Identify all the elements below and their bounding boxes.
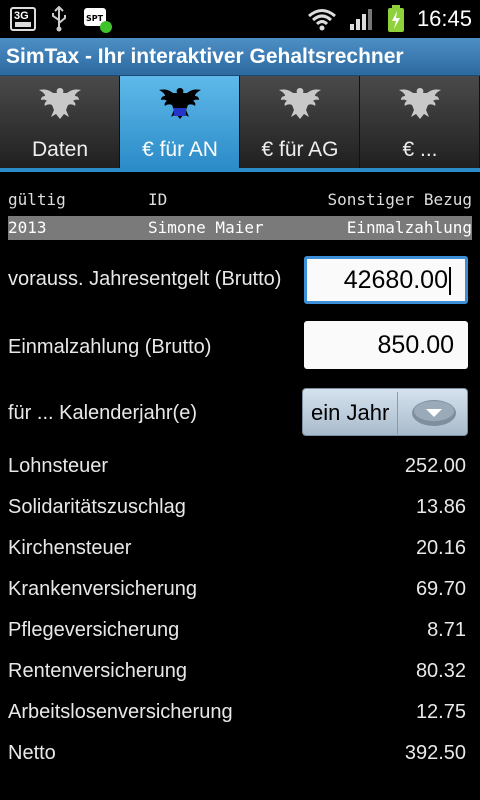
result-value: 20.16	[415, 537, 466, 559]
app-notification-icon: SPT	[84, 8, 112, 33]
tab-indicator	[0, 168, 480, 172]
text-cursor	[449, 267, 451, 296]
one-time-payment-input[interactable]: 850.00	[304, 321, 468, 369]
eagle-icon	[399, 88, 441, 119]
result-value: 12.75	[415, 701, 466, 723]
result-label: Krankenversicherung	[8, 578, 197, 600]
battery-charging-icon	[387, 5, 404, 32]
usb-icon	[52, 6, 66, 32]
annual-income-label: vorauss. Jahresentgelt (Brutto)	[8, 268, 282, 290]
result-value: 252.00	[404, 455, 466, 477]
clock: 16:45	[416, 6, 472, 31]
eagle-icon	[39, 88, 81, 119]
header-labels: gültig ID Sonstiger Bezug	[8, 190, 472, 212]
annual-income-value: 42680.00	[343, 266, 448, 294]
tab-label: € für AN	[142, 138, 218, 161]
header-other-value: Einmalzahlung	[346, 218, 472, 237]
netto-label: Netto	[8, 742, 56, 764]
svg-text:SPT: SPT	[86, 14, 104, 23]
tab-bar: Daten € für AN € für AG € ...	[0, 76, 480, 168]
one-time-payment-value: 850.00	[377, 331, 454, 359]
header-valid-value: 2013	[8, 218, 47, 237]
spinner-divider	[397, 392, 398, 434]
result-value: 69.70	[415, 578, 466, 600]
annual-income-input[interactable]: 42680.00	[304, 256, 468, 304]
result-label: Rentenversicherung	[8, 660, 187, 682]
result-label: Kirchensteuer	[8, 537, 132, 559]
tab-eur-an[interactable]: € für AN	[120, 76, 240, 168]
header-valid-label: gültig	[8, 190, 66, 209]
calendar-years-label: für ... Kalenderjahr(e)	[8, 402, 197, 424]
calendar-years-value: ein Jahr	[311, 400, 390, 425]
status-bar: 3G SPT 16:45	[0, 0, 480, 38]
header-other-label: Sonstiger Bezug	[327, 190, 473, 209]
app-title-bar: SimTax - Ihr interaktiver Gehaltsrechner	[0, 38, 480, 76]
header-values: 2013 Simone Maier Einmalzahlung	[8, 216, 472, 240]
3g-icon: 3G	[10, 7, 36, 31]
calendar-years-spinner[interactable]: ein Jahr	[302, 388, 468, 436]
tab-eur-more[interactable]: € ...	[360, 76, 480, 168]
one-time-payment-label: Einmalzahlung (Brutto)	[8, 336, 212, 358]
eagle-icon	[279, 88, 321, 119]
result-label: Lohnsteuer	[8, 455, 109, 477]
result-value: 8.71	[427, 619, 466, 641]
result-value: 80.32	[415, 660, 466, 682]
tab-label: € ...	[402, 138, 438, 161]
netto-value: 392.50	[404, 742, 466, 764]
eagle-icon	[159, 88, 201, 119]
chevron-down-icon[interactable]	[411, 399, 457, 427]
result-value: 13.86	[415, 496, 466, 518]
tab-daten[interactable]: Daten	[0, 76, 120, 168]
result-label: Solidaritätszuschlag	[8, 496, 186, 518]
tab-label: € für AG	[261, 138, 339, 161]
signal-icon	[349, 9, 372, 30]
result-label: Arbeitslosenversicherung	[8, 701, 233, 723]
result-label: Pflegeversicherung	[8, 619, 180, 641]
header-id-value: Simone Maier	[148, 218, 264, 237]
app-title: SimTax - Ihr interaktiver Gehaltsrechner	[6, 45, 404, 68]
wifi-icon	[307, 9, 336, 31]
header-id-label: ID	[148, 190, 168, 209]
tab-eur-ag[interactable]: € für AG	[240, 76, 360, 168]
tab-label: Daten	[31, 138, 89, 161]
